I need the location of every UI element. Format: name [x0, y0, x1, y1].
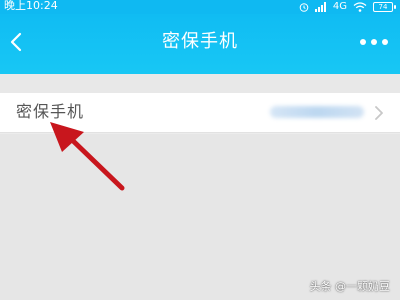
wifi-icon	[353, 2, 367, 12]
watermark: 头条 @一颗奶豆	[309, 280, 391, 293]
row-value-blurred	[270, 106, 364, 118]
status-icons: 4G 74	[299, 0, 396, 14]
chevron-right-icon	[375, 106, 383, 120]
battery-icon: 74	[373, 2, 396, 12]
row-label: 密保手机	[16, 102, 85, 121]
signal-icon	[314, 2, 326, 12]
network-type: 4G	[332, 1, 347, 12]
more-dots-icon	[360, 39, 366, 45]
page-title: 密保手机	[162, 31, 238, 52]
secure-phone-row[interactable]: 密保手机	[0, 93, 400, 133]
section-spacer	[0, 74, 400, 93]
title-bar: 密保手机	[0, 14, 400, 74]
status-time: 晚上10:24	[4, 0, 58, 12]
battery-level: 74	[373, 2, 393, 12]
status-bar: 晚上10:24 4G 74	[0, 0, 400, 14]
more-button[interactable]	[360, 32, 388, 52]
empty-content-area	[0, 134, 400, 300]
alarm-icon	[299, 3, 309, 12]
